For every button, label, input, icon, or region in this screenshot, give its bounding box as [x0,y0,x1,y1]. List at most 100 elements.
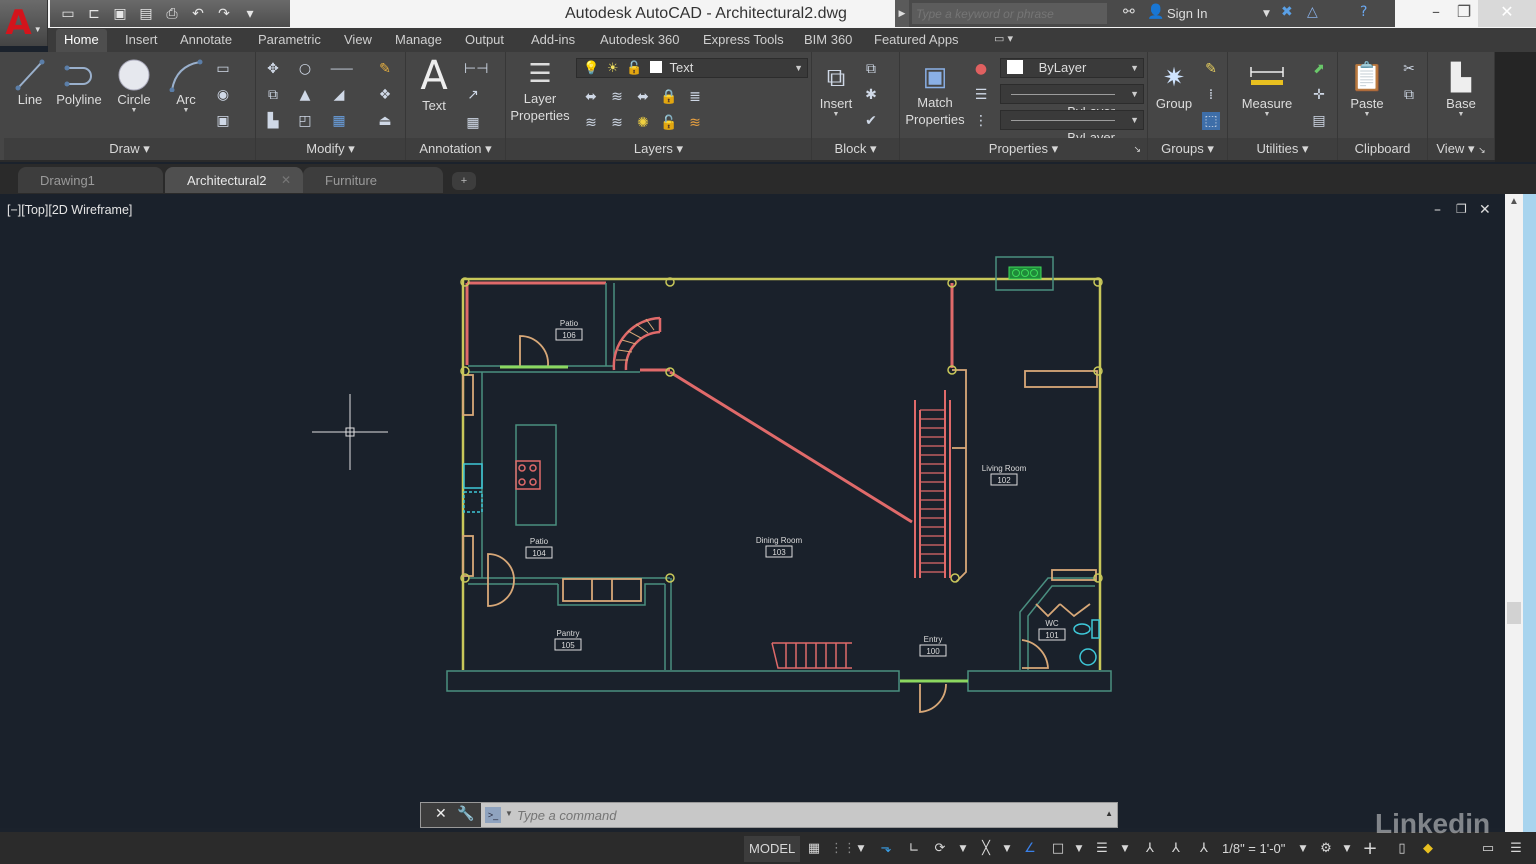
tab-home[interactable]: Home [56,29,107,52]
chevron-down-icon[interactable]: ▼ [1263,9,1270,19]
save-icon[interactable]: ▣ [110,6,130,22]
tab-add-ins[interactable]: Add-ins [523,29,583,52]
text-button[interactable]: A Text [414,54,454,113]
tab-express-tools[interactable]: Express Tools [695,29,792,52]
quick-select-icon[interactable]: ⬈ [1310,60,1328,78]
circle-button[interactable]: Circle ▼ [112,58,156,114]
chevron-down-icon[interactable]: ▼ [1000,836,1014,862]
open-icon[interactable]: ⊏ [84,6,104,22]
move-icon[interactable]: ✥ [264,60,282,78]
help-icon[interactable]: ? [1360,4,1367,20]
tab-insert[interactable]: Insert [117,29,166,52]
chevron-down-icon[interactable]: ▼ [1072,836,1086,862]
linetype-dropdown[interactable]: ————————ByLayer▼ [1000,110,1144,145]
annotation-visibility-icon[interactable]: ⅄ [1140,836,1160,862]
lineweight-icon[interactable]: ☰ [972,86,990,104]
tab-manage[interactable]: Manage [387,29,450,52]
calculator-icon[interactable]: ▤ [1310,112,1328,130]
polyline-button[interactable]: Polyline [52,58,106,107]
tab-autodesk-360[interactable]: Autodesk 360 [592,29,688,52]
panel-title-groups[interactable]: Groups ▾ [1148,138,1227,160]
annotation-scale-icon[interactable]: ⅄ [1194,836,1214,862]
command-history-icon[interactable]: ▲ [1105,809,1113,818]
attribute-icon[interactable]: ✔ [862,112,880,130]
paste-button[interactable]: 📋 Paste ▼ [1344,58,1390,118]
doc-tab-furniture[interactable]: Furniture [303,167,443,193]
dimension-icon[interactable]: ⊢⊣ [464,60,488,78]
vertical-scrollbar[interactable]: ▲ [1505,194,1523,834]
object-snap-icon[interactable]: □ [1048,836,1068,862]
panel-title-properties[interactable]: Properties ▾ ↘ [900,138,1147,160]
undo-icon[interactable]: ↶ [188,6,208,22]
copy-clip-icon[interactable]: ⧉ [1400,86,1418,104]
layer-unlock-icon[interactable]: 🔓 [660,114,678,132]
tab-parametric[interactable]: Parametric [250,29,329,52]
room-label[interactable]: Pantry 105 [554,629,582,651]
application-menu-button[interactable]: A ▼ [0,0,48,46]
create-block-icon[interactable]: ⧉ [862,60,880,78]
layer-on-icon[interactable]: ≋ [582,114,600,132]
group-button[interactable]: ✷ Group [1152,58,1196,111]
lineweight-toggle-icon[interactable]: ☰ [1092,836,1112,862]
fillet-icon[interactable]: ◢ [330,86,348,104]
close-tab-icon[interactable]: ✕ [281,173,291,187]
group-selection-icon[interactable]: ⬚ [1202,112,1220,130]
sign-in-button[interactable]: Sign In [1167,6,1207,21]
copy-icon[interactable]: ⧉ [264,86,282,104]
search-input[interactable] [912,3,1107,24]
room-label[interactable]: Patio 104 [525,537,553,559]
redo-icon[interactable]: ↷ [214,6,234,22]
new-icon[interactable]: ▭ [58,6,78,22]
edit-block-icon[interactable]: ✱ [862,86,880,104]
trim-icon[interactable]: ⸺ [330,60,353,78]
customization-icon[interactable]: ☰ [1504,836,1528,862]
panel-title-utilities[interactable]: Utilities ▾ [1228,138,1337,160]
close-button[interactable]: ✕ [1478,0,1536,27]
linetype-icon[interactable]: ⋮ [972,112,990,130]
workspace-gear-icon[interactable]: ⚙ [1316,836,1336,862]
tab-output[interactable]: Output [457,29,512,52]
scroll-up-icon[interactable]: ▲ [1505,196,1523,207]
mirror-icon[interactable]: ▲ [296,86,314,104]
snap-icon[interactable]: ⋮⋮ [830,836,856,862]
panel-title-draw[interactable]: Draw ▾ [4,138,255,160]
chevron-down-icon[interactable]: ▼ [505,809,513,818]
base-button[interactable]: ▙ Base ▼ [1438,58,1484,118]
plot-icon[interactable]: ⎙ [162,6,182,22]
doc-tab-architectural2[interactable]: Architectural2 ✕ [165,167,303,193]
arc-button[interactable]: Arc ▼ [166,58,206,114]
ortho-icon[interactable]: ∟ [904,836,924,862]
customize-icon[interactable]: ▾ [240,6,260,22]
tab-bim-360[interactable]: BIM 360 [796,29,860,52]
infer-constraints-icon[interactable]: ⬎ [876,836,896,862]
match-properties-button[interactable]: ▣ Match Properties [902,58,968,128]
annotation-scale-dropdown[interactable]: 1/8" = 1'-0" [1222,836,1285,862]
hatch-icon[interactable]: ◉ [214,86,232,104]
object-snap-tracking-icon[interactable]: ∠ [1020,836,1040,862]
rotate-icon[interactable]: ○ [296,60,314,78]
chevron-down-icon[interactable]: ▼ [854,836,868,862]
model-space-button[interactable]: MODEL [744,836,801,862]
room-label[interactable]: Entry 100 [919,635,947,657]
leader-icon[interactable]: ↗ [464,86,482,104]
binoculars-icon[interactable]: ⚯ [1123,4,1135,20]
user-icon[interactable]: 👤 [1147,4,1164,20]
rectangle-icon[interactable]: ▭ [214,60,232,78]
panel-title-annotation[interactable]: Annotation ▾ [406,138,505,160]
grid-icon[interactable]: ▦ [804,836,824,862]
isodraft-icon[interactable]: ╳ [976,836,996,862]
ungroup-icon[interactable]: ✎ [1202,60,1220,78]
room-label[interactable]: Dining Room 103 [756,536,803,558]
ribbon-display-toggle[interactable]: ▭ ▾ [986,29,1021,52]
layer-lock-icon[interactable]: 🔒 [660,88,678,106]
boundary-icon[interactable]: ▣ [214,112,232,130]
auto-scale-icon[interactable]: ⅄ [1166,836,1186,862]
tab-annotate[interactable]: Annotate [172,29,240,52]
line-button[interactable]: Line [12,58,48,107]
layer-state-icon[interactable]: ≋ [608,114,626,132]
explode-icon[interactable]: ❖ [376,86,394,104]
table-icon[interactable]: ▦ [464,114,482,132]
room-label[interactable]: Living Room 102 [982,464,1027,486]
wrench-icon[interactable]: 🔧 [457,806,474,822]
panel-title-layers[interactable]: Layers ▾ [506,138,811,160]
